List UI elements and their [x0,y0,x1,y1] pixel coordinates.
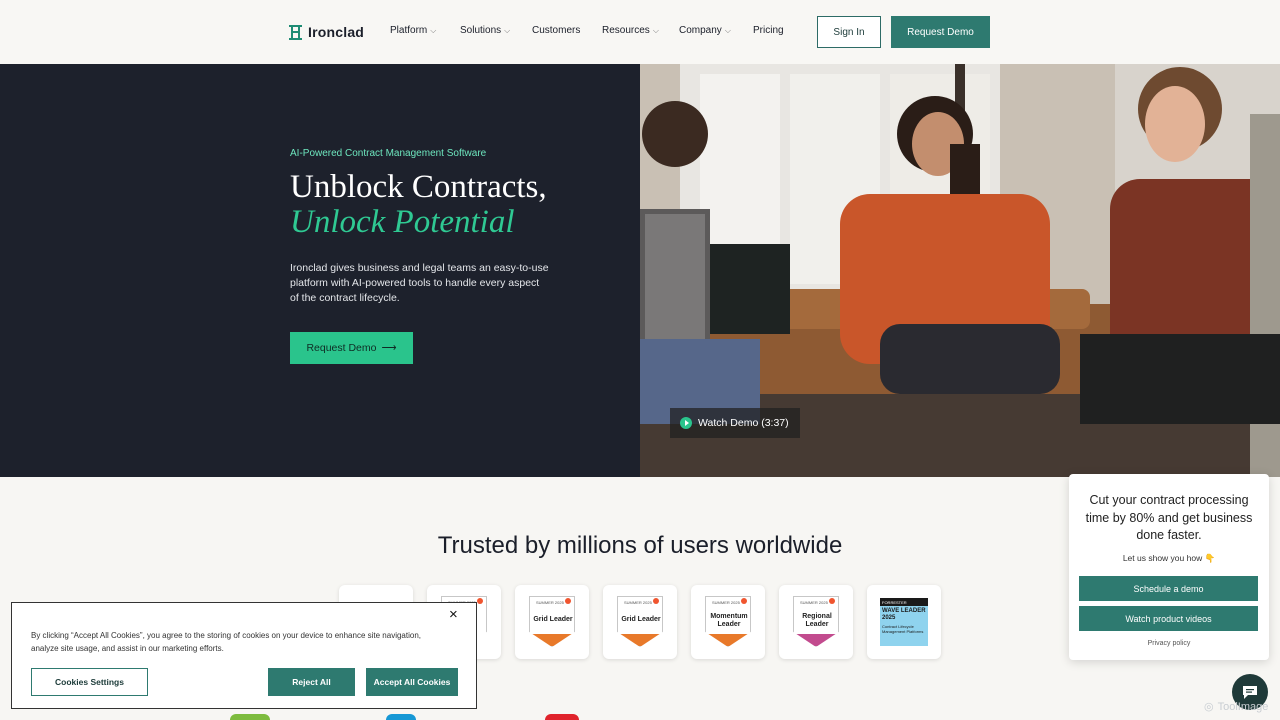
nav-company[interactable]: Company ⌵ [679,25,731,36]
badge-label: WAVE LEADER 2025 [882,608,926,621]
badge-band [794,634,839,646]
chevron-down-icon: ⌵ [724,25,731,35]
badge-subtitle: Contract Lifecycle Management Platforms [882,624,924,634]
privacy-policy-link[interactable]: Privacy policy [1069,640,1269,647]
watch-demo-label: Watch Demo (3:37) [698,417,789,429]
watermark-icon: ◎ [1204,701,1214,713]
g2-logo-icon [741,598,747,604]
badge-label: Momentum Leader [710,613,748,628]
brand-logo[interactable]: Ironclad [289,24,364,40]
cookies-settings-button[interactable]: Cookies Settings [31,668,148,696]
badge-season: SUMMER 2025 [536,600,564,605]
watch-demo-button[interactable]: Watch Demo (3:37) [670,408,800,438]
badge-band [618,634,663,646]
nav-solutions[interactable]: Solutions ⌵ [460,25,510,36]
nav-pricing-label: Pricing [753,25,784,36]
nav-customers-label: Customers [532,25,581,36]
badge-label: Regional Leader [802,613,832,628]
customer-logo [386,714,416,720]
watermark: ◎ ToolImage [1204,700,1269,714]
award-badge: SUMMER 2025 Grid Leader [603,585,677,659]
nav-resources-label: Resources [602,25,650,36]
watch-product-videos-button[interactable]: Watch product videos [1079,606,1258,631]
nav-platform[interactable]: Platform ⌵ [390,25,436,36]
chat-bubble-icon [1243,685,1257,699]
chevron-down-icon: ⌵ [504,25,511,35]
reject-all-button[interactable]: Reject All [268,668,355,696]
chat-headline: Cut your contract processing time by 80%… [1085,493,1253,542]
chevron-down-icon: ⌵ [430,25,437,35]
g2-shield-icon: SUMMER 2025 Grid Leader [617,596,663,647]
chevron-down-icon: ⌵ [652,25,659,35]
nav-solutions-label: Solutions [460,25,502,36]
g2-shield-icon: SUMMER 2025 Grid Leader [529,596,575,647]
brand-name: Ironclad [308,24,365,40]
g2-logo-icon [653,598,659,604]
hero-eyebrow: AI-Powered Contract Management Software [290,148,487,159]
g2-shield-icon: SUMMER 2025 Regional Leader [793,596,839,647]
schedule-demo-button[interactable]: Schedule a demo [1079,576,1258,601]
g2-logo-icon [565,598,571,604]
play-icon [680,417,692,429]
badge-band [530,634,575,646]
hero-request-demo-button[interactable]: Request Demo ⟶ [290,332,413,364]
ironclad-logo-icon [289,24,302,40]
hero-title-line1: Unblock Contracts, [290,169,547,205]
cookie-text: By clicking “Accept All Cookies”, you ag… [31,631,421,653]
arrow-right-icon: ⟶ [381,342,397,354]
nav-customers[interactable]: Customers [532,25,580,36]
customer-logo [230,714,270,720]
nav-resources[interactable]: Resources ⌵ [602,25,659,36]
watermark-text: ToolImage [1217,700,1269,713]
nav-platform-label: Platform [390,25,428,36]
forrester-wave-badge: FORRESTER WAVE LEADER 2025 Contract Life… [880,598,928,646]
forrester-header: FORRESTER [880,598,928,606]
customer-logo [545,714,579,720]
badge-label: Grid Leader [533,616,573,623]
hero-description: Ironclad gives business and legal teams … [290,262,549,304]
award-badge: FORRESTER WAVE LEADER 2025 Contract Life… [867,585,941,659]
nav-pricing[interactable]: Pricing [753,25,784,36]
accept-all-cookies-button[interactable]: Accept All Cookies [366,668,458,696]
g2-logo-icon [829,598,835,604]
badge-season: SUMMER 2025 [712,600,740,605]
badge-season: SUMMER 2025 [624,600,652,605]
badge-label: Grid Leader [621,616,661,623]
award-badge: SUMMER 2025 Momentum Leader [691,585,765,659]
badge-season: SUMMER 2025 [800,600,828,605]
request-demo-button[interactable]: Request Demo [891,16,990,48]
g2-shield-icon: SUMMER 2025 Momentum Leader [705,596,751,647]
g2-logo-icon [477,598,483,604]
award-badge: SUMMER 2025 Regional Leader [779,585,853,659]
badge-band [706,634,751,646]
hero-title-line2: Unlock Potential [290,204,515,240]
site-header: Ironclad Platform ⌵ Solutions ⌵ Customers … [0,0,1280,64]
hero-cta-label: Request Demo [306,342,377,354]
nav-company-label: Company [679,25,722,36]
close-icon[interactable]: × [449,606,458,623]
award-badge: SUMMER 2025 Grid Leader [515,585,589,659]
sign-in-button[interactable]: Sign In [817,16,881,48]
chat-subtitle: Let us show you how 👇 [1122,553,1216,563]
